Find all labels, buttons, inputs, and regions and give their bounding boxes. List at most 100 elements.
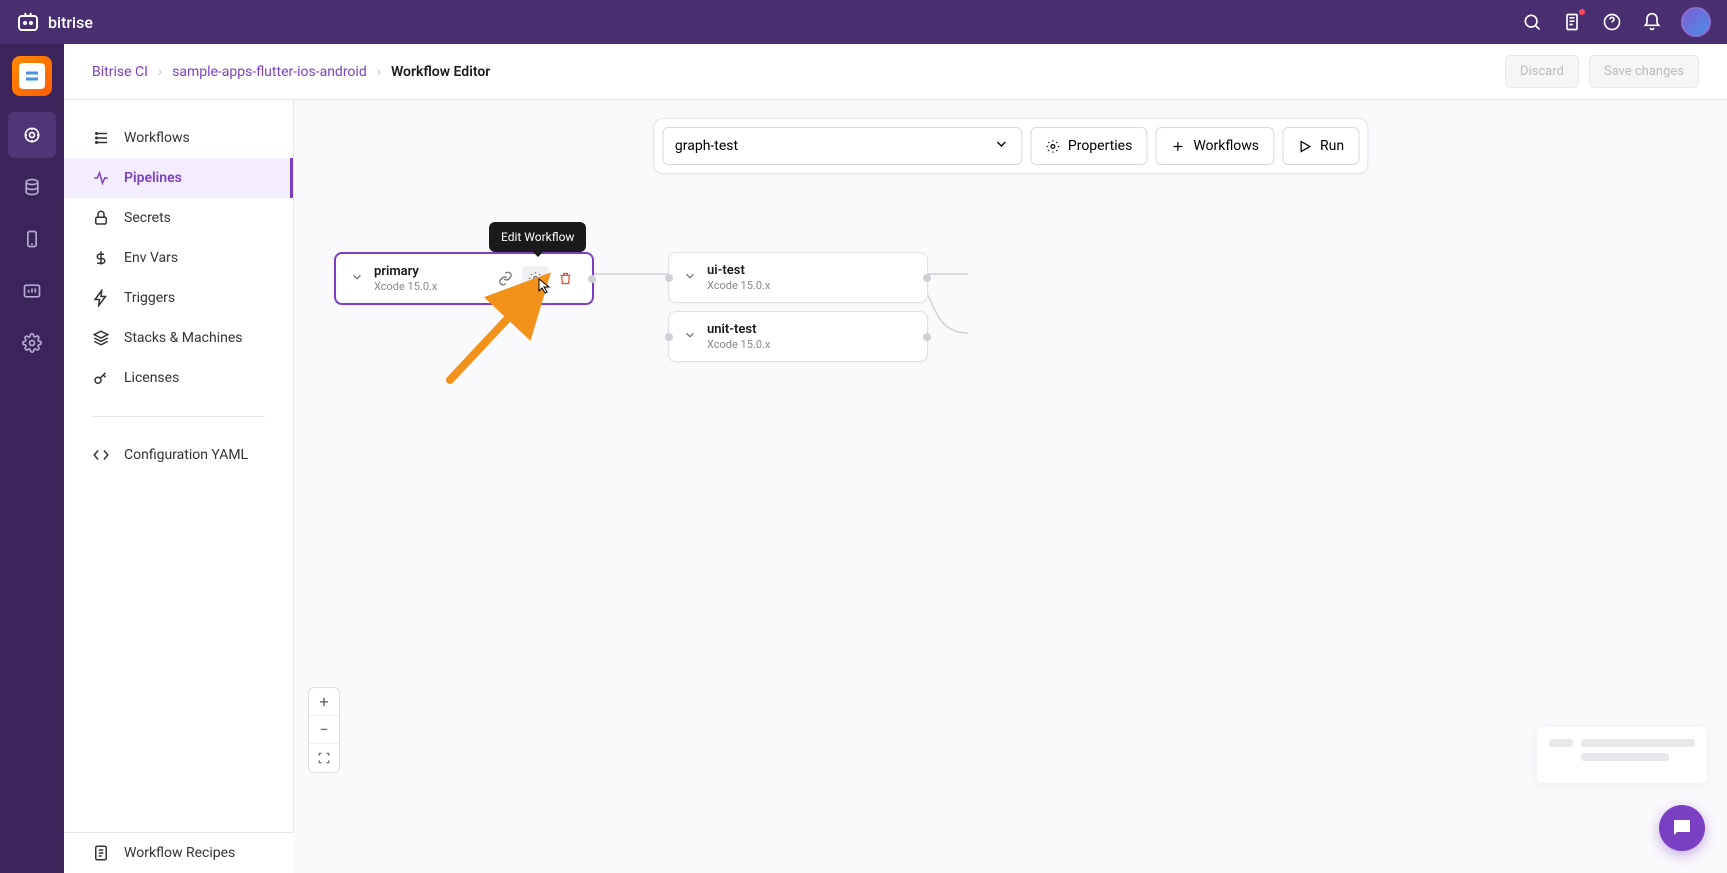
stack-icon [92,329,110,347]
sidebar-item-stacks[interactable]: Stacks & Machines [64,318,293,358]
topbar: bitrise [0,0,1727,44]
nav-rail [0,44,64,873]
zoom-controls: + − [308,687,340,773]
app-switcher[interactable] [12,56,52,96]
fit-screen-button[interactable] [309,744,339,772]
node-title: unit-test [707,322,913,337]
dollar-icon [92,249,110,267]
sidebar-item-licenses[interactable]: Licenses [64,358,293,398]
node-port[interactable] [665,274,673,282]
divider [92,416,265,417]
sidebar-item-config-yaml[interactable]: Configuration YAML [64,435,293,475]
logo[interactable]: bitrise [16,10,93,34]
clipboard-icon[interactable] [1561,11,1583,33]
canvas[interactable]: graph-test Properties Workflows Run [294,100,1727,873]
sidebar-item-label: Licenses [124,370,179,386]
save-changes-button[interactable]: Save changes [1589,55,1699,88]
link-icon[interactable] [492,266,518,292]
chat-icon [1670,816,1694,840]
node-actions [492,266,578,292]
node-subtitle: Xcode 15.0.x [374,280,482,293]
workflow-node-primary[interactable]: primary Xcode 15.0.x [334,252,594,305]
tooltip-edit-workflow: Edit Workflow [489,222,586,252]
gear-icon [1045,139,1060,154]
node-port[interactable] [923,274,931,282]
zoom-out-button[interactable]: − [309,716,339,744]
breadcrumb: Bitrise CI › sample-apps-flutter-ios-and… [92,64,490,80]
breadcrumb-project[interactable]: sample-apps-flutter-ios-android [172,64,367,80]
rail-insights-icon[interactable] [8,268,56,314]
rail-settings-icon[interactable] [8,320,56,366]
node-body: ui-test Xcode 15.0.x [707,263,913,292]
tooltip-text: Edit Workflow [501,230,574,244]
sidebar-item-secrets[interactable]: Secrets [64,198,293,238]
sidebar-item-label: Stacks & Machines [124,330,242,346]
content: Workflows Pipelines Secrets Env Vars Tri… [64,100,1727,873]
run-button[interactable]: Run [1282,127,1359,165]
node-body: primary Xcode 15.0.x [374,264,482,293]
trash-icon[interactable] [552,266,578,292]
sidebar-item-envvars[interactable]: Env Vars [64,238,293,278]
topbar-right [1521,7,1711,37]
chat-fab[interactable] [1659,805,1705,851]
sidebar-item-triggers[interactable]: Triggers [64,278,293,318]
skeleton-line [1581,739,1695,747]
notif-dot-icon [1579,9,1585,15]
sidebar-item-recipes[interactable]: Workflow Recipes [64,833,294,873]
pipelines-icon [92,169,110,187]
breadcrumb-root[interactable]: Bitrise CI [92,64,148,80]
node-title: ui-test [707,263,913,278]
canvas-toolbar: graph-test Properties Workflows Run [653,118,1368,174]
run-label: Run [1320,138,1344,154]
workflows-button[interactable]: Workflows [1155,127,1274,165]
node-port[interactable] [923,333,931,341]
sidebar-item-label: Triggers [124,290,175,306]
bell-icon[interactable] [1641,11,1663,33]
breadcrumb-bar: Bitrise CI › sample-apps-flutter-ios-and… [64,44,1727,100]
chevron-down-icon [993,136,1009,156]
skeleton-line [1581,753,1669,761]
skeleton-line [1549,739,1573,747]
sidebar: Workflows Pipelines Secrets Env Vars Tri… [64,100,294,873]
topbar-left: bitrise [16,10,93,34]
breadcrumb-current: Workflow Editor [391,64,490,80]
pipeline-select[interactable]: graph-test [662,127,1022,165]
node-subtitle: Xcode 15.0.x [707,338,913,351]
sidebar-item-workflows[interactable]: Workflows [64,118,293,158]
node-port[interactable] [588,275,596,283]
pipeline-select-value: graph-test [675,138,738,154]
cursor-icon [537,278,553,294]
chevron-down-icon[interactable] [683,327,697,346]
document-icon [92,844,110,862]
rail-device-icon[interactable] [8,216,56,262]
chevron-down-icon[interactable] [683,268,697,287]
chevron-down-icon[interactable] [350,269,364,288]
avatar[interactable] [1681,7,1711,37]
workflows-label: Workflows [1193,138,1259,154]
plus-icon [1170,139,1185,154]
bolt-icon [92,289,110,307]
sidebar-item-pipelines[interactable]: Pipelines [64,158,293,198]
discard-button[interactable]: Discard [1505,55,1579,88]
workflow-node-ui-test[interactable]: ui-test Xcode 15.0.x [668,252,928,303]
sidebar-item-label: Pipelines [124,170,182,186]
zoom-in-button[interactable]: + [309,688,339,716]
node-body: unit-test Xcode 15.0.x [707,322,913,351]
chevron-right-icon: › [377,64,381,80]
search-icon[interactable] [1521,11,1543,33]
workflow-node-unit-test[interactable]: unit-test Xcode 15.0.x [668,311,928,362]
code-icon [92,446,110,464]
sidebar-item-label: Env Vars [124,250,178,266]
node-title: primary [374,264,482,279]
lock-icon [92,209,110,227]
workflows-icon [92,129,110,147]
loading-card [1537,727,1707,783]
properties-button[interactable]: Properties [1030,127,1147,165]
node-port[interactable] [665,333,673,341]
help-icon[interactable] [1601,11,1623,33]
node-subtitle: Xcode 15.0.x [707,279,913,292]
sidebar-item-label: Secrets [124,210,171,226]
sidebar-item-label: Workflows [124,130,190,146]
rail-workflows-icon[interactable] [8,112,56,158]
rail-database-icon[interactable] [8,164,56,210]
